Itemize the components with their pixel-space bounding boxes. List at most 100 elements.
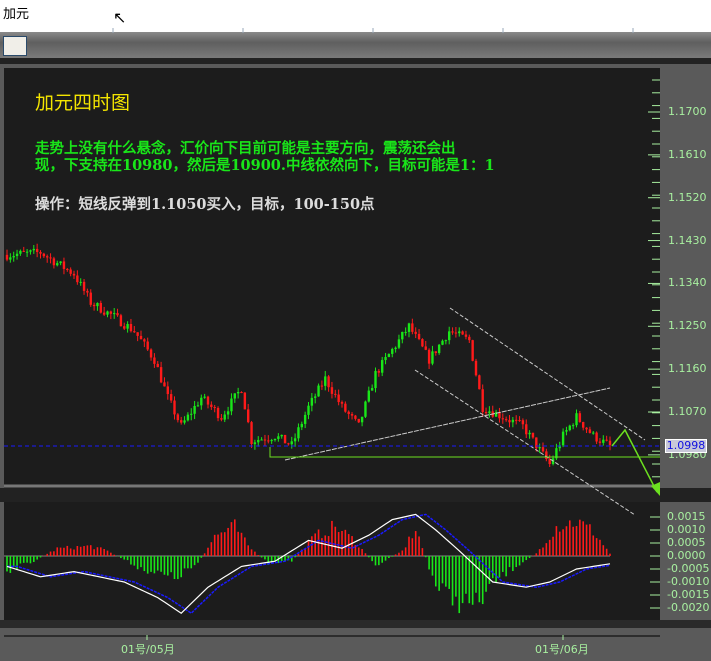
candle-body — [411, 323, 414, 332]
operation-note: 操作：短线反弹到1.1050买入，目标，100-150点 — [35, 196, 375, 213]
candle-body — [200, 397, 203, 406]
candle-body — [582, 422, 585, 428]
candle-body — [136, 332, 139, 336]
candle-body — [481, 389, 484, 412]
candle-body — [82, 281, 86, 291]
candle-body — [76, 275, 79, 283]
candle-body — [394, 347, 397, 350]
candle-body — [193, 405, 196, 414]
candle-body — [340, 402, 344, 404]
candle-body — [35, 248, 39, 252]
candle-body — [391, 349, 394, 354]
candle-body — [52, 258, 56, 266]
candle-body — [66, 268, 69, 270]
candle-body — [223, 414, 226, 420]
candle-body — [434, 351, 437, 353]
candle-body — [488, 411, 491, 414]
macd-axis-label: -0.0010 — [667, 575, 710, 588]
candle-body — [578, 413, 582, 423]
candle-body — [401, 331, 404, 340]
candle-body — [484, 411, 488, 414]
candle-body — [250, 422, 253, 445]
candle-body — [374, 370, 377, 389]
candle-body — [116, 313, 119, 316]
candle-body — [478, 375, 481, 390]
chart-heading: 加元四时图 — [35, 92, 131, 114]
candle-body — [330, 387, 334, 394]
candle-body — [421, 339, 424, 347]
candle-body — [528, 432, 531, 435]
candle-body — [233, 393, 236, 399]
candle-body — [89, 292, 92, 305]
candle-body — [464, 334, 468, 337]
candle-body — [220, 418, 223, 420]
candle-body — [99, 302, 102, 313]
macd-axis-label: 0.0000 — [667, 549, 706, 562]
candle-body — [508, 420, 511, 423]
candle-body — [96, 302, 99, 307]
candle-body — [257, 439, 260, 443]
candle-body — [474, 360, 478, 376]
y-axis-label: 1.1340 — [668, 276, 707, 290]
candle-body — [190, 413, 193, 415]
candle-body — [180, 420, 183, 423]
candle-body — [444, 340, 448, 342]
candle-body — [267, 440, 270, 442]
analysis-line-2: 现，下支持在10980，然后是10900.中线依然向下，目标可能是1：1 — [35, 157, 495, 174]
candle-body — [293, 438, 297, 442]
candle-body — [173, 400, 176, 415]
candle-body — [247, 409, 250, 423]
candle-body — [72, 273, 76, 276]
candle-body — [504, 419, 508, 421]
macd-axis-label: -0.0015 — [667, 588, 710, 601]
candle-body — [300, 423, 303, 428]
candle-body — [592, 432, 595, 434]
candle-body — [32, 248, 35, 251]
candle-body — [12, 256, 15, 258]
candle-body — [458, 331, 461, 334]
candle-body — [273, 438, 277, 441]
candle-body — [437, 344, 441, 353]
candle-body — [518, 420, 521, 422]
candle-body — [213, 407, 216, 409]
candle-body — [290, 441, 293, 445]
candle-body — [608, 440, 612, 446]
candle-body — [454, 332, 458, 334]
candle-body — [360, 416, 364, 423]
candle-body — [370, 388, 374, 391]
candle-body — [461, 331, 464, 335]
y-axis-label: 1.1250 — [668, 319, 707, 333]
candle-body — [42, 253, 46, 257]
candle-body — [414, 331, 417, 334]
candle-body — [206, 396, 210, 405]
candle-body — [468, 336, 471, 341]
candle-body — [129, 323, 133, 332]
candle-body — [109, 311, 113, 314]
candle-body — [320, 385, 324, 387]
candle-body — [126, 323, 129, 329]
candle-body — [133, 331, 136, 333]
candle-body — [277, 436, 280, 439]
candle-body — [441, 340, 444, 345]
candle-body — [149, 349, 153, 358]
candle-body — [49, 257, 52, 259]
y-axis-label: 1.1070 — [668, 405, 707, 418]
x-label: 01号/06月 — [535, 643, 589, 656]
candle-body — [119, 315, 123, 327]
candle-body — [588, 429, 592, 433]
candle-body — [324, 376, 327, 386]
macd-axis-label: 0.0010 — [667, 523, 706, 536]
candle-body — [367, 390, 370, 402]
candle-body — [511, 419, 515, 423]
candle-body — [541, 447, 545, 452]
candle-body — [431, 351, 434, 364]
candle-body — [253, 442, 257, 445]
candle-body — [62, 261, 66, 269]
candle-body — [387, 353, 391, 357]
candle-body — [602, 439, 605, 443]
candle-body — [521, 420, 525, 425]
candle-body — [317, 385, 320, 397]
candle-body — [156, 363, 159, 368]
candle-body — [357, 418, 360, 423]
candle-body — [169, 394, 173, 401]
